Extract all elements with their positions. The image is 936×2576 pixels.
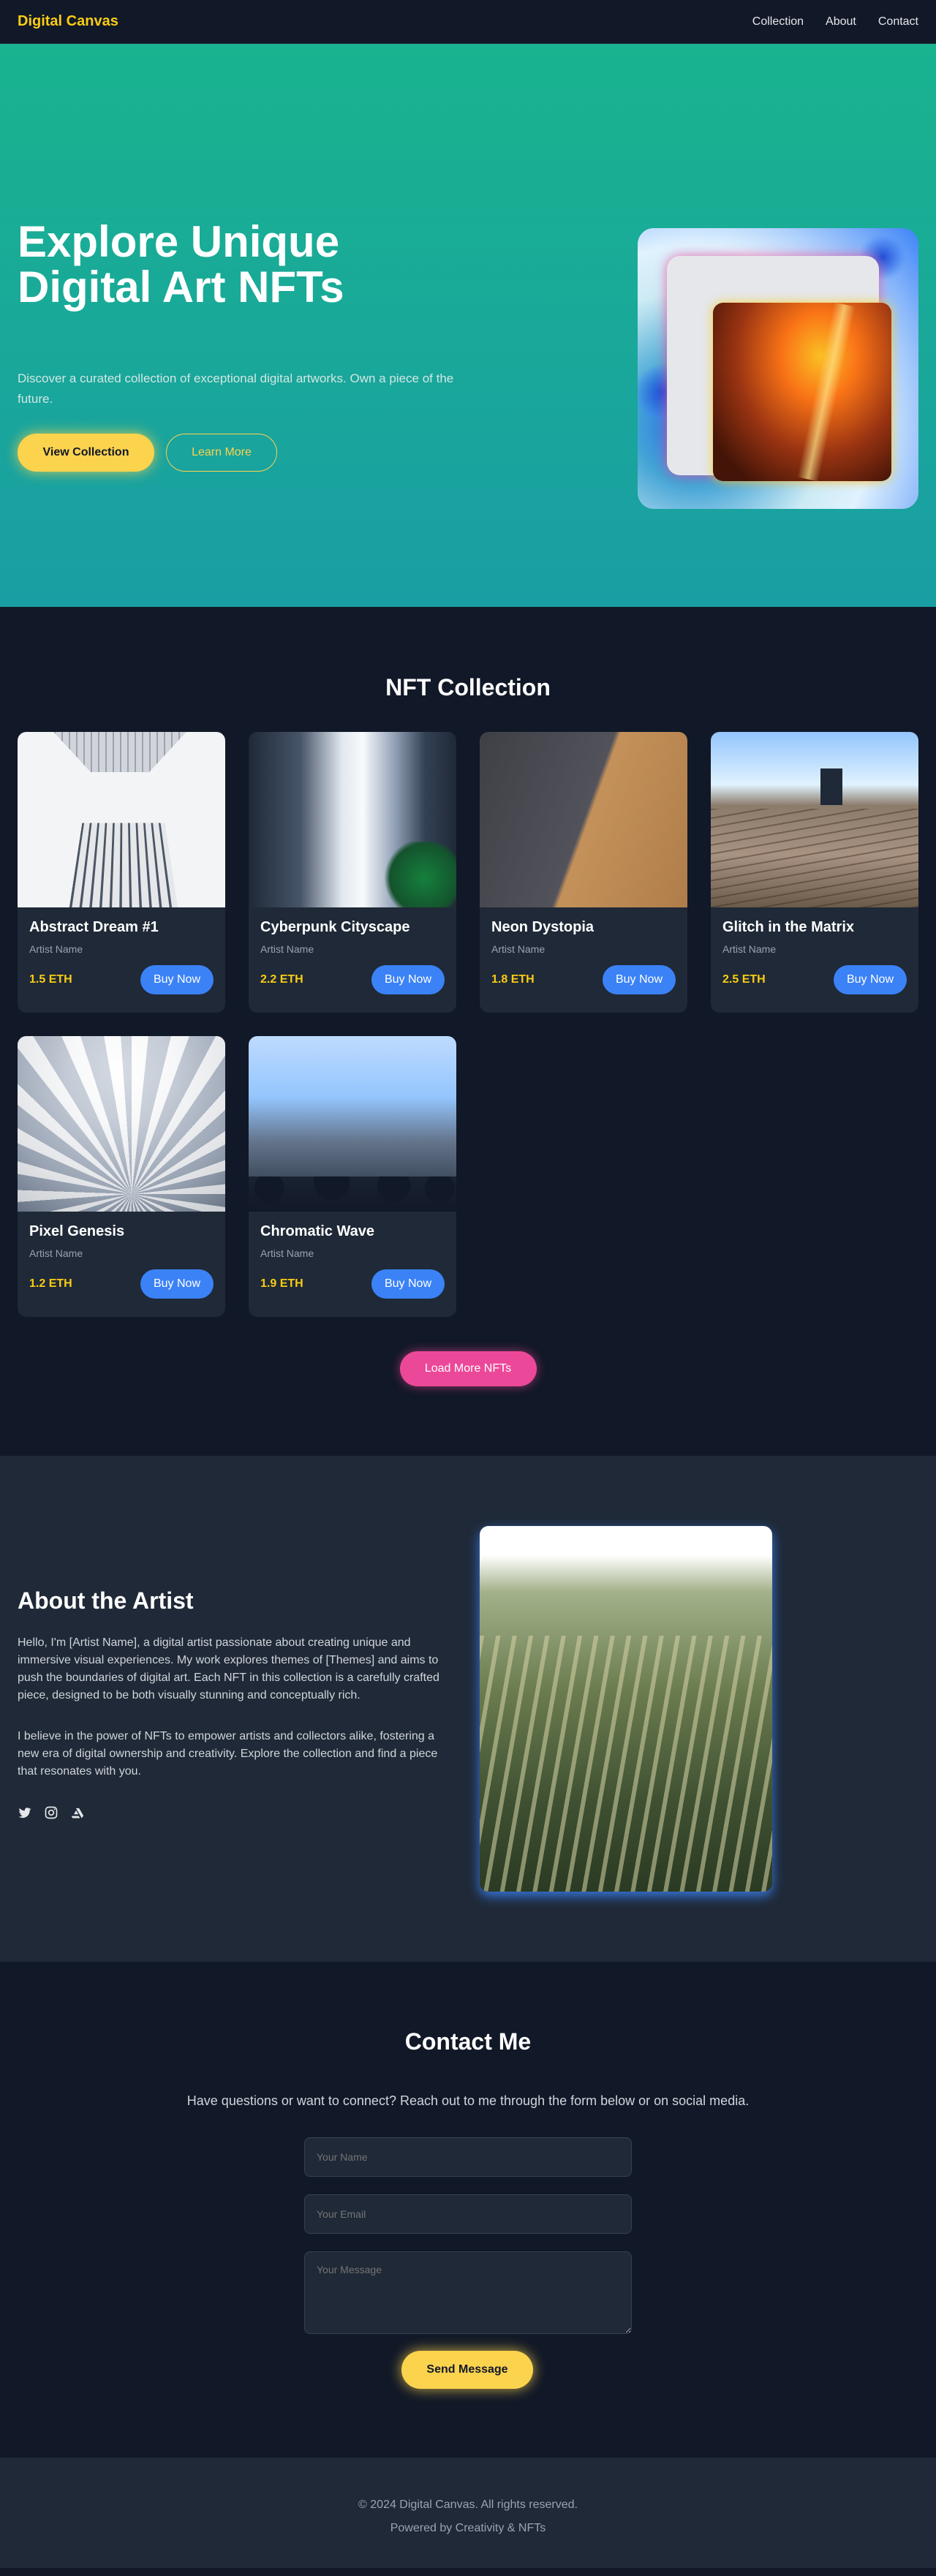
nav-link-collection[interactable]: Collection: [752, 15, 804, 29]
nft-card: Glitch in the Matrix Artist Name 2.5 ETH…: [711, 732, 918, 1013]
top-navbar: Digital Canvas Collection About Contact: [0, 0, 936, 44]
nft-artist: Artist Name: [260, 943, 314, 955]
nft-image[interactable]: [249, 1036, 456, 1212]
nav-link-about[interactable]: About: [826, 15, 856, 29]
collection-title: NFT Collection: [385, 674, 551, 700]
nft-title: Cyberpunk Cityscape: [260, 919, 410, 935]
social-links: [18, 1805, 85, 1820]
nft-image[interactable]: [18, 732, 225, 907]
instagram-icon[interactable]: [44, 1805, 58, 1820]
nft-image[interactable]: [711, 732, 918, 907]
name-field[interactable]: [304, 2137, 632, 2177]
about-paragraph: Hello, I'm [Artist Name], a digital arti…: [18, 1636, 439, 1701]
buy-now-button[interactable]: Buy Now: [834, 965, 907, 994]
buy-now-button[interactable]: Buy Now: [603, 965, 676, 994]
nft-price: 1.9 ETH: [260, 1277, 303, 1290]
contact-subtitle: Have questions or want to connect? Reach…: [186, 2093, 750, 2108]
nft-card: Abstract Dream #1 Artist Name 1.5 ETH Bu…: [18, 732, 225, 1013]
hero-artwork: [638, 228, 918, 509]
nft-price: 2.2 ETH: [260, 973, 303, 986]
nft-title: Glitch in the Matrix: [722, 919, 855, 935]
artstation-icon[interactable]: [70, 1805, 85, 1820]
nft-title: Chromatic Wave: [260, 1223, 374, 1239]
nft-price: 1.2 ETH: [29, 1277, 72, 1290]
hero-title: Explore Unique Digital Art NFTs: [18, 217, 344, 311]
nft-artist: Artist Name: [722, 943, 777, 955]
nav-links: Collection About Contact: [752, 15, 918, 29]
nft-price: 1.8 ETH: [491, 973, 535, 986]
twitter-icon[interactable]: [18, 1805, 32, 1820]
nft-price: 2.5 ETH: [722, 973, 766, 986]
nft-artist: Artist Name: [29, 943, 83, 955]
view-collection-button[interactable]: View Collection: [18, 434, 154, 472]
footer-powered: Powered by Creativity & NFTs: [390, 2522, 546, 2534]
nft-title: Neon Dystopia: [491, 919, 595, 935]
hero-subtitle: Discover a curated collection of excepti…: [18, 371, 454, 406]
load-more-button[interactable]: Load More NFTs: [399, 1351, 537, 1386]
footer-copyright: © 2024 Digital Canvas. All rights reserv…: [358, 2498, 578, 2511]
hero-section: Explore Unique Digital Art NFTs Discover…: [0, 44, 936, 607]
nft-artist: Artist Name: [29, 1247, 83, 1259]
learn-more-button[interactable]: Learn More: [166, 434, 277, 472]
buy-now-button[interactable]: Buy Now: [371, 1269, 445, 1299]
send-message-button[interactable]: Send Message: [401, 2351, 533, 2389]
buy-now-button[interactable]: Buy Now: [140, 1269, 214, 1299]
brand-logo[interactable]: Digital Canvas: [18, 13, 118, 30]
buy-now-button[interactable]: Buy Now: [140, 965, 214, 994]
nft-image[interactable]: [480, 732, 687, 907]
nft-title: Abstract Dream #1: [29, 919, 159, 935]
nft-price: 1.5 ETH: [29, 973, 72, 986]
nft-grid: Abstract Dream #1 Artist Name 1.5 ETH Bu…: [18, 732, 918, 1317]
nft-card: Chromatic Wave Artist Name 1.9 ETH Buy N…: [249, 1036, 456, 1317]
artist-image: [480, 1526, 772, 1892]
nft-card: Cyberpunk Cityscape Artist Name 2.2 ETH …: [249, 732, 456, 1013]
about-title: About the Artist: [18, 1587, 194, 1614]
email-field[interactable]: [304, 2194, 632, 2234]
nft-card: Neon Dystopia Artist Name 1.8 ETH Buy No…: [480, 732, 687, 1013]
about-section: About the Artist Hello, I'm [Artist Name…: [0, 1456, 936, 1962]
contact-section: Contact Me Have questions or want to con…: [0, 1962, 936, 2458]
hero-artwork-image: [713, 303, 891, 481]
nft-title: Pixel Genesis: [29, 1223, 125, 1239]
nft-image[interactable]: [249, 732, 456, 907]
buy-now-button[interactable]: Buy Now: [371, 965, 445, 994]
collection-section: NFT Collection Abstract Dream #1 Artist …: [0, 607, 936, 1456]
message-field[interactable]: [304, 2251, 632, 2334]
nft-card: Pixel Genesis Artist Name 1.2 ETH Buy No…: [18, 1036, 225, 1317]
nft-artist: Artist Name: [260, 1247, 314, 1259]
footer: © 2024 Digital Canvas. All rights reserv…: [0, 2458, 936, 2568]
about-paragraph: I believe in the power of NFTs to empowe…: [18, 1730, 438, 1778]
contact-title: Contact Me: [404, 2028, 532, 2055]
nft-image[interactable]: [18, 1036, 225, 1212]
nft-artist: Artist Name: [491, 943, 546, 955]
nav-link-contact[interactable]: Contact: [878, 15, 918, 29]
